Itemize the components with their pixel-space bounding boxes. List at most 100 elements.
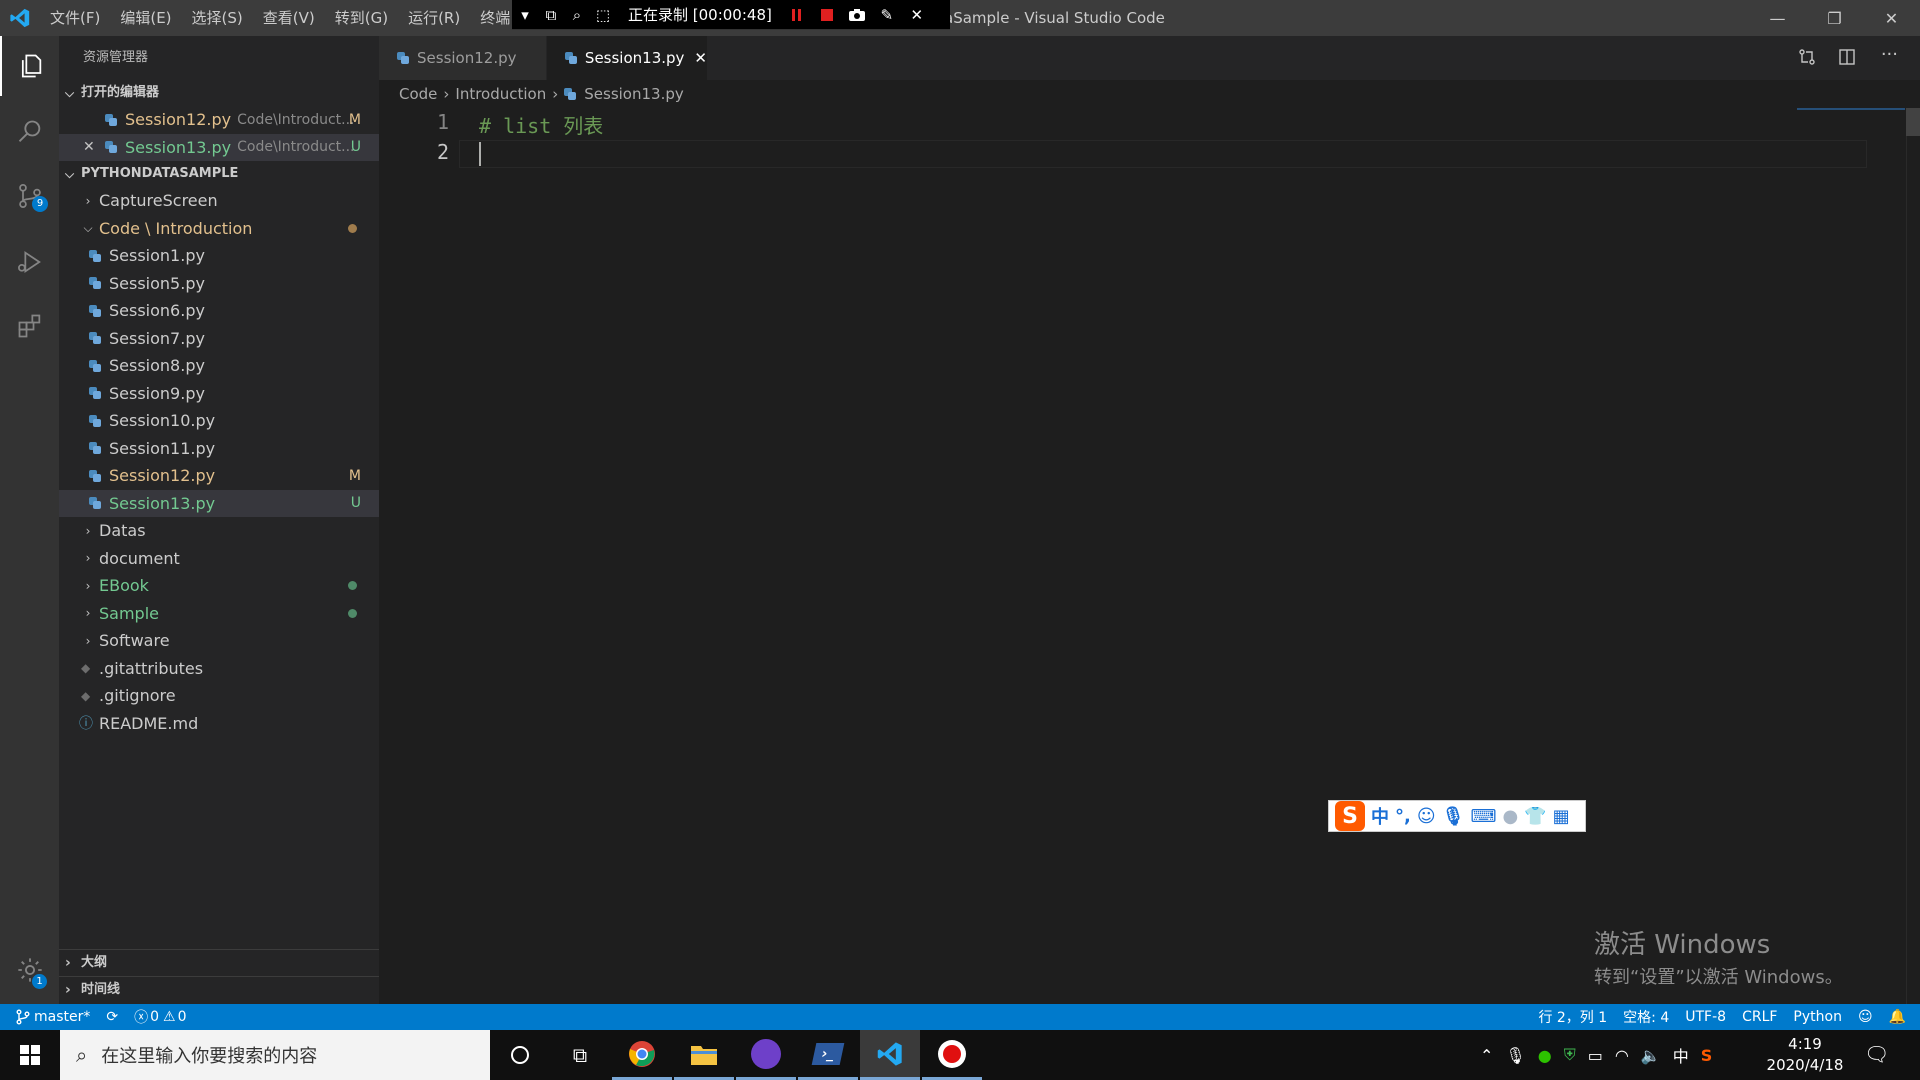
breadcrumb-item[interactable]: Introduction: [455, 85, 546, 103]
keyboard-icon[interactable]: ⌨: [1470, 806, 1496, 827]
tab-session12[interactable]: Session12.py: [379, 36, 546, 80]
sogou-logo-icon[interactable]: S: [1335, 801, 1365, 831]
microphone-tray-icon[interactable]: 🎙: [1505, 1046, 1525, 1065]
search-icon[interactable]: [0, 102, 59, 162]
file-item[interactable]: ◆ .gitignore: [59, 682, 379, 710]
scrollbar[interactable]: [1906, 108, 1920, 1004]
file-item[interactable]: Session1.py: [59, 242, 379, 270]
breadcrumb-item[interactable]: Code: [399, 85, 437, 103]
file-explorer-icon[interactable]: [674, 1030, 734, 1080]
vscode-taskbar-icon[interactable]: [860, 1030, 920, 1080]
run-debug-icon[interactable]: [0, 232, 59, 292]
file-item[interactable]: Session9.py: [59, 380, 379, 408]
emoji-icon[interactable]: ☺: [1417, 806, 1436, 827]
file-item[interactable]: Session10.py: [59, 407, 379, 435]
menu-run[interactable]: 运行(R): [398, 0, 470, 36]
wifi-icon[interactable]: ◠: [1615, 1046, 1629, 1065]
microphone-icon[interactable]: 🎙: [1442, 806, 1465, 827]
feedback-icon[interactable]: ☺: [1850, 1004, 1881, 1030]
indentation[interactable]: 空格: 4: [1615, 1004, 1677, 1030]
file-item[interactable]: Session5.py: [59, 270, 379, 298]
file-item[interactable]: Session13.py U: [59, 489, 379, 517]
user-icon[interactable]: ●: [1502, 806, 1518, 827]
close-tab-icon[interactable]: ✕: [694, 49, 707, 67]
tab-session13[interactable]: Session13.py ✕: [547, 36, 707, 80]
menu-go[interactable]: 转到(G): [325, 0, 398, 36]
cursor-position[interactable]: 行 2，列 1: [1530, 1004, 1615, 1030]
notifications-icon[interactable]: 🔔: [1881, 1004, 1920, 1030]
zoom-icon[interactable]: ⌕: [564, 6, 590, 24]
close-window-icon[interactable]: ✕: [1863, 0, 1920, 36]
file-item[interactable]: Session12.py M: [59, 462, 379, 490]
menu-view[interactable]: 查看(V): [253, 0, 325, 36]
minimap-slider[interactable]: [1797, 108, 1905, 110]
cortana-icon[interactable]: [490, 1030, 550, 1080]
sogou-tray-icon[interactable]: S: [1701, 1046, 1713, 1065]
taskbar-search-box[interactable]: ⌕ 在这里输入你要搜索的内容: [60, 1030, 490, 1080]
file-item[interactable]: Session7.py: [59, 325, 379, 353]
windows-start-icon[interactable]: [0, 1030, 60, 1080]
problems-indicator[interactable]: ⓧ 0 ⚠ 0: [126, 1004, 194, 1030]
folder-item[interactable]: ⌵ Code \ Introduction: [59, 215, 379, 243]
security-icon[interactable]: ⛨: [1564, 1045, 1576, 1065]
file-item[interactable]: Session6.py: [59, 297, 379, 325]
folder-item[interactable]: › Datas: [59, 517, 379, 545]
task-view-icon[interactable]: ⧉: [550, 1030, 610, 1080]
folder-item[interactable]: › CaptureScreen: [59, 187, 379, 215]
camera-icon[interactable]: [842, 8, 872, 22]
file-item[interactable]: ◆ .gitattributes: [59, 655, 379, 683]
file-item[interactable]: Session11.py: [59, 435, 379, 463]
outline-header[interactable]: › 大纲: [59, 949, 379, 975]
restore-icon[interactable]: ❐: [1806, 0, 1863, 36]
split-editor-icon[interactable]: [1838, 48, 1856, 70]
explorer-icon[interactable]: [0, 36, 59, 96]
chrome-icon[interactable]: [612, 1030, 672, 1080]
volume-icon[interactable]: 🔈: [1641, 1046, 1661, 1065]
github-desktop-icon[interactable]: [736, 1030, 796, 1080]
menu-file[interactable]: 文件(F): [40, 0, 110, 36]
workspace-header[interactable]: ⌵ PYTHONDATASAMPLE: [59, 161, 379, 187]
settings-gear-icon[interactable]: 1: [0, 940, 59, 1000]
encoding[interactable]: UTF-8: [1677, 1004, 1734, 1030]
punctuation-icon[interactable]: °,: [1395, 806, 1411, 827]
pause-icon[interactable]: [782, 8, 812, 21]
menu-edit[interactable]: 编辑(E): [110, 0, 181, 36]
menu-selection[interactable]: 选择(S): [182, 0, 253, 36]
window-icon[interactable]: ⧉: [538, 6, 564, 24]
scrollbar-thumb[interactable]: [1906, 108, 1920, 136]
compare-changes-icon[interactable]: [1798, 48, 1816, 70]
file-item[interactable]: Session8.py: [59, 352, 379, 380]
open-editor-item[interactable]: Session12.py Code\Introduct... M: [59, 106, 379, 134]
language-mode[interactable]: Python: [1785, 1004, 1850, 1030]
breadcrumb-item[interactable]: Session13.py: [584, 85, 684, 103]
minimize-icon[interactable]: —: [1749, 0, 1806, 36]
region-icon[interactable]: ⬚: [590, 6, 616, 24]
line-ending[interactable]: CRLF: [1734, 1004, 1785, 1030]
battery-icon[interactable]: ▭: [1588, 1046, 1603, 1065]
action-center-icon[interactable]: 🗨: [1864, 1042, 1889, 1066]
code-line[interactable]: # list 列表: [479, 110, 603, 139]
more-actions-icon[interactable]: ···: [1881, 44, 1898, 65]
input-language[interactable]: 中: [1673, 1043, 1689, 1067]
timeline-header[interactable]: › 时间线: [59, 976, 379, 1002]
sync-icon[interactable]: ⟳: [98, 1004, 126, 1030]
skin-icon[interactable]: 👕: [1524, 806, 1546, 827]
code-editor[interactable]: 1 # list 列表 2: [379, 108, 1920, 1004]
open-editors-header[interactable]: ⌵ 打开的编辑器: [59, 80, 379, 106]
screen-recorder-icon[interactable]: [922, 1030, 982, 1080]
branch-indicator[interactable]: master*: [0, 1004, 98, 1030]
ime-mode[interactable]: 中: [1371, 803, 1389, 829]
close-recorder-icon[interactable]: ✕: [902, 6, 932, 24]
folder-item[interactable]: › Software: [59, 627, 379, 655]
folder-item[interactable]: › Sample: [59, 600, 379, 628]
folder-item[interactable]: › document: [59, 545, 379, 573]
toolbox-icon[interactable]: ▦: [1553, 806, 1570, 827]
show-hidden-icons-icon[interactable]: ⌃: [1480, 1046, 1493, 1065]
extensions-icon[interactable]: [0, 296, 59, 356]
dropdown-icon[interactable]: ▾: [512, 6, 538, 24]
wechat-icon[interactable]: ●: [1538, 1046, 1552, 1065]
folder-item[interactable]: › EBook: [59, 572, 379, 600]
clock[interactable]: 4:19 2020/4/18: [1760, 1034, 1850, 1076]
stop-icon[interactable]: [812, 8, 842, 21]
open-editor-item[interactable]: ✕ Session13.py Code\Introduct... U: [59, 133, 379, 161]
